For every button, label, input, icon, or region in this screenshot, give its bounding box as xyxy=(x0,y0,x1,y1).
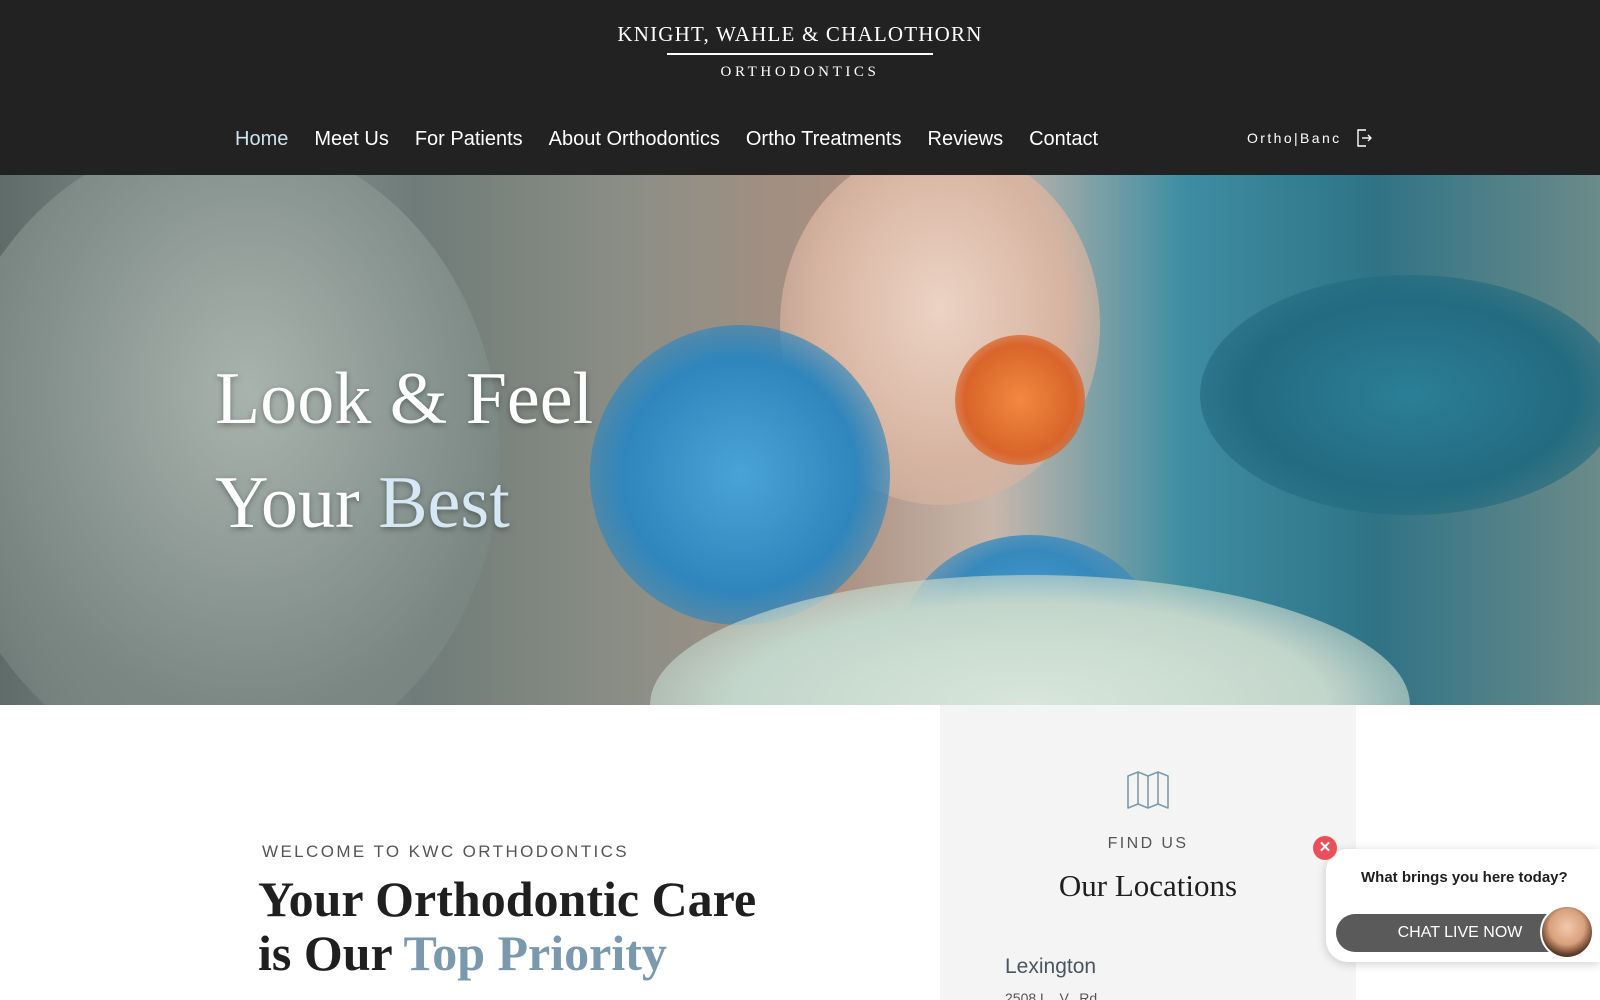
chat-question: What brings you here today? xyxy=(1361,869,1568,886)
logo-divider xyxy=(667,53,933,55)
locations-title: Our Locations xyxy=(1058,868,1238,903)
hero-line-2: Your Best xyxy=(215,451,593,555)
orthobanc-login-link[interactable]: Ortho|Banc xyxy=(1247,128,1372,148)
nav-item-reviews[interactable]: Reviews xyxy=(928,128,1004,151)
chat-agent-avatar xyxy=(1540,905,1594,959)
hero-headline: Look & Feel Your Best xyxy=(215,347,593,555)
welcome-eyebrow: WELCOME TO KWC ORTHODONTICS xyxy=(262,842,630,861)
location-address: 2508 L...V...Rd xyxy=(1005,990,1098,1000)
nav-item-contact[interactable]: Contact xyxy=(1029,128,1098,151)
close-icon[interactable]: ✕ xyxy=(1313,836,1337,860)
welcome-heading-accent: Top Priority xyxy=(403,925,667,981)
hero-line-2-prefix: Your xyxy=(215,462,379,544)
welcome-heading-line-1: Your Orthodontic Care xyxy=(258,871,757,927)
hero-photo-shape xyxy=(1200,275,1600,515)
login-icon xyxy=(1356,129,1372,147)
hero-banner: Look & Feel Your Best xyxy=(0,175,1600,705)
logo[interactable]: KNIGHT, WAHLE & CHALOTHORN ORTHODONTICS xyxy=(0,20,1600,82)
chat-widget: What brings you here today? CHAT LIVE NO… xyxy=(1326,849,1600,962)
nav-item-ortho-treatments[interactable]: Ortho Treatments xyxy=(746,128,902,151)
orthobanc-label: Ortho|Banc xyxy=(1247,130,1342,146)
nav-item-for-patients[interactable]: For Patients xyxy=(415,128,523,151)
nav-item-about-orthodontics[interactable]: About Orthodontics xyxy=(549,128,720,151)
nav-item-meet-us[interactable]: Meet Us xyxy=(314,128,388,151)
logo-name: KNIGHT, WAHLE & CHALOTHORN xyxy=(617,22,983,46)
welcome-heading-prefix: is Our xyxy=(258,925,404,981)
map-icon xyxy=(1127,771,1169,809)
hero-line-2-accent: Best xyxy=(378,462,510,544)
find-us-eyebrow: FIND US xyxy=(1107,835,1189,852)
hero-line-1: Look & Feel xyxy=(215,358,594,440)
welcome-heading: Your Orthodontic Care is Our Top Priorit… xyxy=(258,872,756,980)
logo-subtitle: ORTHODONTICS xyxy=(720,64,880,80)
main-nav: Home Meet Us For Patients About Orthodon… xyxy=(235,122,1124,156)
nav-item-home[interactable]: Home xyxy=(235,128,288,151)
hero-photo-shape xyxy=(590,325,890,625)
location-lexington[interactable]: Lexington xyxy=(1005,955,1096,979)
locations-card: FIND US Our Locations Lexington 2508 L..… xyxy=(940,705,1356,1000)
site-header: KNIGHT, WAHLE & CHALOTHORN ORTHODONTICS … xyxy=(0,0,1600,175)
hero-photo-shape xyxy=(955,335,1085,465)
welcome-heading-line-2: is Our Top Priority xyxy=(258,926,756,980)
